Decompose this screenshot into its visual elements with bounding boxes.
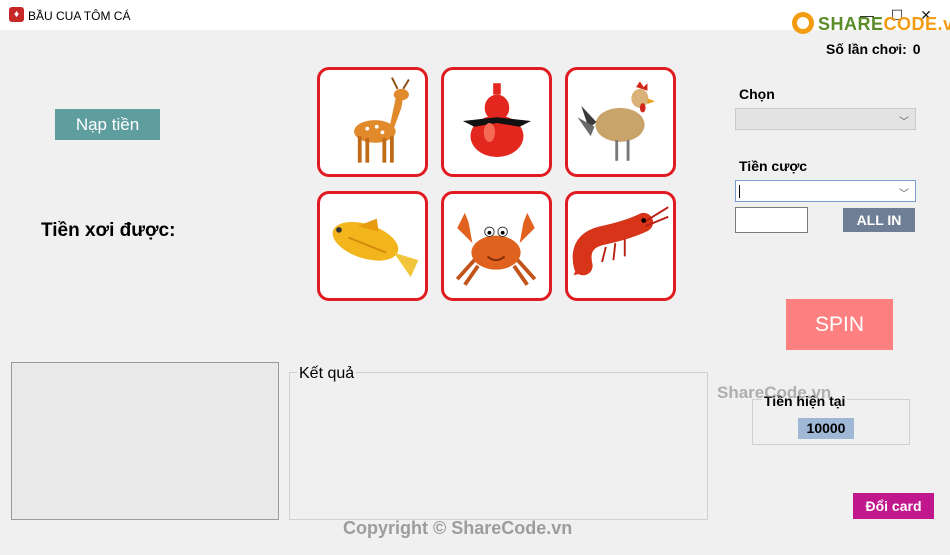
chevron-down-icon: ﹀ — [899, 117, 909, 128]
won-label: Tiền xơi được: — [41, 220, 176, 241]
deposit-button[interactable]: Nạp tiền — [55, 109, 160, 140]
amount-input[interactable] — [735, 207, 808, 233]
gourd-icon — [462, 83, 532, 157]
text-caret — [739, 185, 740, 198]
logo-code-text: CODE.vn — [883, 14, 950, 34]
crab-icon — [455, 212, 537, 286]
deer-icon — [354, 77, 410, 163]
choose-select[interactable]: ﹀ — [735, 108, 916, 130]
play-count-label: Số lần chơi: — [826, 41, 907, 57]
shrimp-icon — [572, 206, 669, 276]
fish-icon — [332, 218, 419, 278]
window-title: BẦU CUA TÔM CÁ — [28, 9, 131, 23]
logo-share-text: SHARE — [818, 14, 884, 34]
rooster-icon — [577, 81, 656, 161]
all-in-button[interactable]: ALL IN — [843, 208, 915, 232]
bet-select[interactable]: ﹀ — [735, 180, 916, 202]
change-card-button[interactable]: Đổi card — [853, 493, 934, 519]
logo-circle-icon — [792, 12, 814, 34]
play-count: Số lần chơi: 0 — [826, 41, 921, 57]
choose-label: Chọn — [739, 86, 775, 102]
chevron-down-icon: ﹀ — [899, 189, 909, 200]
tile-crab[interactable] — [441, 191, 552, 301]
tile-deer[interactable] — [317, 67, 428, 177]
bet-label: Tiền cược — [739, 158, 808, 174]
app-icon: ♦ — [9, 7, 24, 22]
watermark-copyright: Copyright © ShareCode.vn — [343, 518, 573, 538]
play-count-value: 0 — [912, 41, 921, 57]
spin-button[interactable]: SPIN — [786, 299, 893, 350]
tile-shrimp[interactable] — [565, 191, 676, 301]
balance-value: 10000 — [798, 418, 854, 439]
dice-display-panel — [11, 362, 279, 520]
watermark-middle: ShareCode.vn — [717, 383, 832, 402]
tile-fish[interactable] — [317, 191, 428, 301]
result-groupbox — [289, 372, 708, 520]
result-title: Kết quả — [297, 365, 357, 383]
tile-gourd[interactable] — [441, 67, 552, 177]
tile-rooster[interactable] — [565, 67, 676, 177]
sharecode-logo: SHARECODE.vn — [790, 12, 950, 38]
